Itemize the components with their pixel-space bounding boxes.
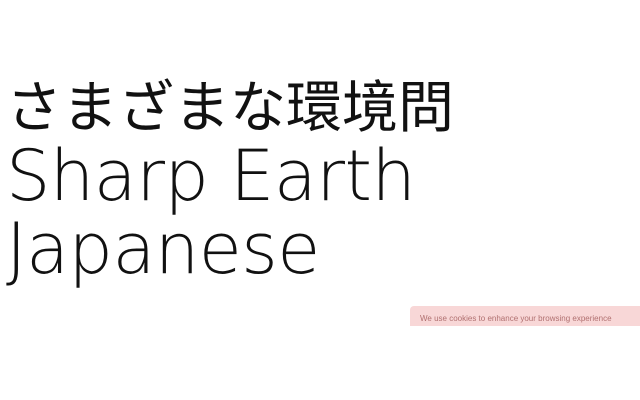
cookie-banner[interactable]: We use cookies to enhance your browsing … (410, 306, 640, 326)
hero-line-subtitle: Japanese (6, 208, 320, 291)
cookie-banner-text: We use cookies to enhance your browsing … (420, 314, 612, 323)
hero-line-japanese: さまざまな環境問 (6, 76, 454, 141)
hero-heading: さまざまな環境問 Sharp Earth Japanese (6, 78, 454, 287)
hero-line-title: Sharp Earth (6, 134, 416, 217)
